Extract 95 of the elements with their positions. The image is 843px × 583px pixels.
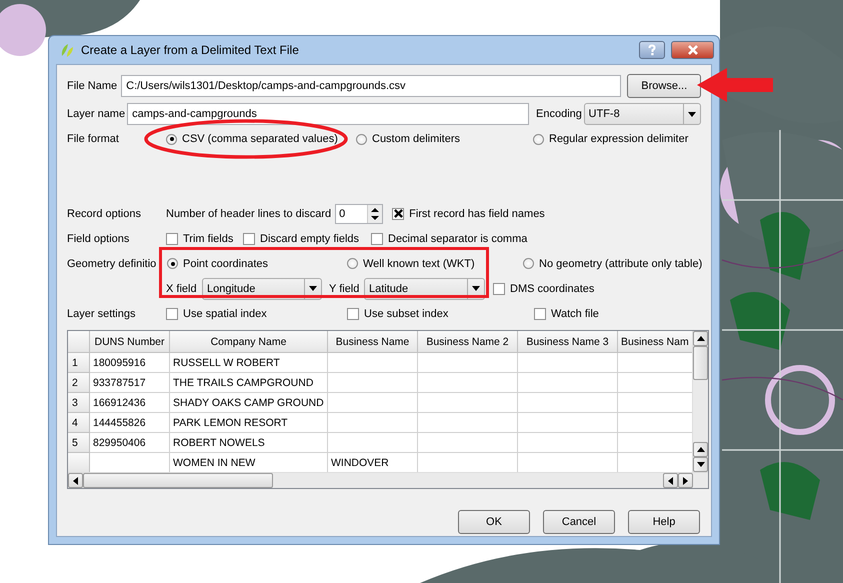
row-header[interactable]: 2 [68, 373, 90, 393]
vertical-scrollbar[interactable] [692, 331, 708, 472]
column-header[interactable]: Business Nam [618, 331, 692, 353]
radio-button[interactable] [166, 134, 177, 144]
field-label: File Name [67, 80, 118, 92]
column-header[interactable]: Business Name 2 [418, 331, 518, 353]
column-header[interactable]: Business Name [328, 331, 418, 353]
down-arrow-icon [696, 462, 704, 467]
left-arrow-icon [668, 476, 673, 484]
field-label: Layer settings [67, 308, 136, 320]
dropdown-arrow-icon [688, 112, 696, 116]
table-cell: 829950406 [90, 433, 170, 453]
left-arrow-icon [73, 476, 78, 484]
scroll-up-button[interactable] [693, 442, 708, 457]
column-header[interactable]: DUNS Number [90, 331, 170, 353]
table-cell: PARK LEMON RESORT [170, 413, 328, 433]
horizontal-scrollbar[interactable] [68, 472, 708, 488]
checkbox[interactable] [371, 232, 383, 244]
row-header[interactable]: 4 [68, 413, 90, 433]
radio-button[interactable] [523, 258, 534, 269]
checkbox[interactable] [243, 232, 255, 244]
encoding-dropdown[interactable]: UTF-8 [584, 103, 701, 125]
row-header[interactable]: 3 [68, 393, 90, 413]
checkbox[interactable] [392, 208, 404, 220]
option-label: Custom delimiters [372, 133, 460, 145]
table-cell: THE TRAILS CAMPGROUND [170, 373, 328, 393]
scroll-thumb[interactable] [693, 346, 708, 380]
field-label: Number of header lines to discard [166, 208, 332, 220]
field-label: Layer name [67, 108, 126, 120]
table-cell: 933787517 [90, 373, 170, 393]
radio-button[interactable] [347, 258, 358, 269]
radio-button[interactable] [356, 134, 367, 144]
checkbox[interactable] [493, 282, 505, 294]
row-header[interactable]: 1 [68, 353, 90, 373]
option-label: First record has field names [409, 208, 545, 220]
browse-button[interactable]: Browse... [627, 74, 701, 98]
dropdown-arrow-icon [309, 286, 317, 291]
field-label: Geometry definitio [67, 258, 158, 270]
up-arrow-icon [696, 447, 704, 452]
close-button[interactable] [671, 41, 714, 59]
scroll-thumb[interactable] [83, 473, 273, 488]
option-label: Trim fields [183, 232, 234, 244]
table-cell: 180095916 [90, 353, 170, 373]
scroll-up-button[interactable] [693, 331, 708, 346]
scroll-left-button[interactable] [663, 473, 678, 488]
dialog-button[interactable]: Help [628, 510, 700, 534]
table-cell: SHADY OAKS CAMP GROUND [170, 393, 328, 413]
option-label: CSV (comma separated values) [182, 133, 338, 145]
radio-button[interactable] [167, 258, 178, 269]
field-label: X field [166, 282, 198, 294]
table-cell: 144455826 [90, 413, 170, 433]
close-icon [686, 44, 698, 56]
table-cell: RUSSELL W ROBERT [170, 353, 328, 373]
field-label: Record options [67, 208, 142, 220]
table-cell: ROBERT NOWELS [170, 433, 328, 453]
option-label: Well known text (WKT) [363, 258, 475, 270]
dialog-button[interactable]: Cancel [543, 510, 615, 534]
option-label: Decimal separator is comma [388, 232, 528, 244]
help-icon [646, 44, 658, 56]
checkbox[interactable] [347, 308, 359, 320]
leaf-icon [59, 42, 75, 58]
row-header[interactable]: 5 [68, 433, 90, 453]
checkbox[interactable] [166, 232, 178, 244]
table-corner [68, 331, 90, 353]
dialog-button[interactable]: OK [458, 510, 530, 534]
option-label: Watch file [551, 308, 599, 320]
column-header[interactable]: Business Name 3 [518, 331, 618, 353]
scroll-right-button[interactable] [678, 473, 693, 488]
right-arrow-icon [683, 476, 688, 484]
file-name-field[interactable]: C:/Users/wils1301/Desktop/camps-and-campgrounds.csv [121, 75, 622, 97]
checkbox[interactable] [534, 308, 546, 320]
field-label: File format [67, 133, 120, 145]
field-label: Field options [67, 232, 130, 244]
scroll-down-button[interactable] [693, 457, 708, 472]
table-cell: 166912436 [90, 393, 170, 413]
field-label: Encoding [536, 108, 583, 120]
option-label: DMS coordinates [510, 282, 594, 294]
window-title: Create a Layer from a Delimited Text File [81, 43, 300, 57]
spin-arrows-icon [371, 206, 380, 220]
option-label: No geometry (attribute only table) [539, 258, 702, 270]
up-arrow-icon [696, 336, 704, 341]
layer-name-field[interactable]: camps-and-campgrounds [127, 103, 530, 125]
header-lines-spinbox[interactable]: 0 [335, 204, 384, 224]
option-label: Use spatial index [183, 308, 267, 320]
option-label: Use subset index [364, 308, 448, 320]
help-button[interactable] [639, 41, 665, 59]
option-label: Regular expression delimiter [549, 133, 688, 145]
dropdown-arrow-icon [472, 286, 480, 291]
option-label: Discard empty fields [260, 232, 360, 244]
checkbox[interactable] [166, 308, 178, 320]
option-label: Point coordinates [183, 258, 268, 270]
column-header[interactable]: Company Name [170, 331, 328, 353]
radio-button[interactable] [533, 134, 544, 144]
scroll-left-button[interactable] [68, 473, 83, 488]
field-label: Y field [329, 282, 360, 294]
